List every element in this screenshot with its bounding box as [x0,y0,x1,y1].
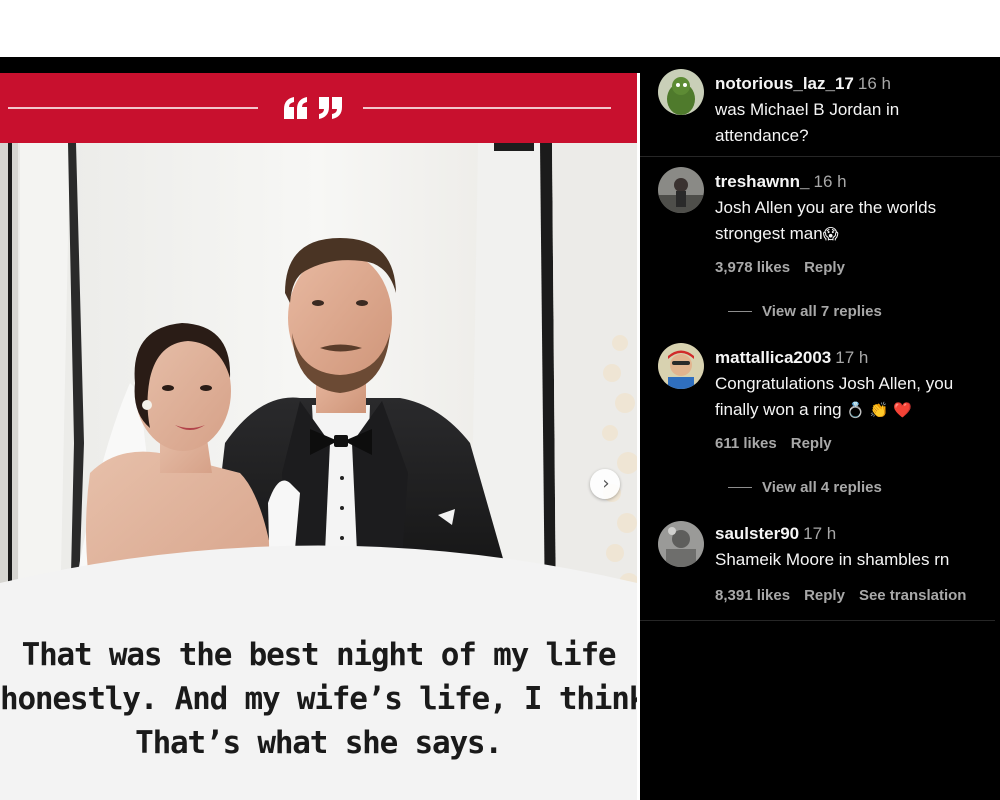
banner-rule-left [8,107,258,109]
avatar[interactable] [658,343,704,389]
comment-body: notorious_laz_17 16 h was Michael B Jorda… [715,71,995,149]
replies-line [728,311,752,312]
comment-username[interactable]: notorious_laz_17 [715,74,854,93]
carousel-next-button[interactable]: › [590,469,620,499]
comment-time: 17 h [835,348,869,367]
replies-line [728,487,752,488]
quote-line: That’s what she says. [135,725,503,761]
comment-text: Josh Allen you are the worlds [715,198,937,217]
comment-actions: 8,391 likes Reply See translation [715,587,980,604]
view-replies-button[interactable]: View all 4 replies [728,479,882,496]
comment-text: was Michael B Jordan in [715,100,900,119]
comment-time: 17 h [803,524,837,543]
comment-emoji: 😱 [822,225,839,243]
like-count[interactable]: 3,978 likes [715,259,790,276]
comment-body: saulster90 17 h Shameik Moore in shambles… [715,521,995,573]
chevron-right-icon: › [602,473,610,494]
comment-text: attendance? [715,126,809,145]
comment-time: 16 h [857,74,891,93]
comment-actions: 611 likes Reply [715,435,846,452]
comment-text: Shameik Moore in shambles rn [715,550,950,569]
comment-text: Congratulations Josh Allen, you [715,374,954,393]
like-count[interactable]: 611 likes [715,435,777,452]
view-replies-label: View all 7 replies [762,303,882,320]
top-whitespace [0,0,1000,57]
comment-username[interactable]: treshawnn_ [715,172,809,191]
comment-text: strongest man [715,224,823,243]
banner-rule-right [363,107,611,109]
like-count[interactable]: 8,391 likes [715,587,790,604]
post-top-bar [0,57,640,73]
quote-banner [0,73,637,143]
see-translation-button[interactable]: See translation [859,587,967,604]
post-media: › That was the best night of my life hon… [0,73,637,800]
avatar[interactable] [658,521,704,567]
avatar[interactable] [658,167,704,213]
reply-button[interactable]: Reply [804,587,845,604]
comment-username[interactable]: mattallica2003 [715,348,831,367]
comment-divider [640,156,1000,157]
quote-line: honestly. And my wife’s life, I think. [0,681,637,717]
quote-text: That was the best night of my life hones… [0,633,637,765]
comment-time: 16 h [813,172,847,191]
comment-actions: 3,978 likes Reply [715,259,859,276]
quote-marks-icon [278,91,348,125]
avatar[interactable] [658,69,704,115]
comment-divider [640,620,995,621]
comment-text: finally won a ring [715,400,842,419]
comment-emoji: 💍 👏 ❤️ [846,401,912,419]
comment-body: treshawnn_ 16 h Josh Allen you are the wo… [715,169,995,247]
comment-username[interactable]: saulster90 [715,524,799,543]
comments-panel: notorious_laz_17 16 h was Michael B Jorda… [640,57,1000,800]
comment-body: mattallica2003 17 h Congratulations Josh … [715,345,995,423]
quote-line: That was the best night of my life [21,637,617,673]
view-replies-button[interactable]: View all 7 replies [728,303,882,320]
reply-button[interactable]: Reply [804,259,845,276]
view-replies-label: View all 4 replies [762,479,882,496]
reply-button[interactable]: Reply [791,435,832,452]
